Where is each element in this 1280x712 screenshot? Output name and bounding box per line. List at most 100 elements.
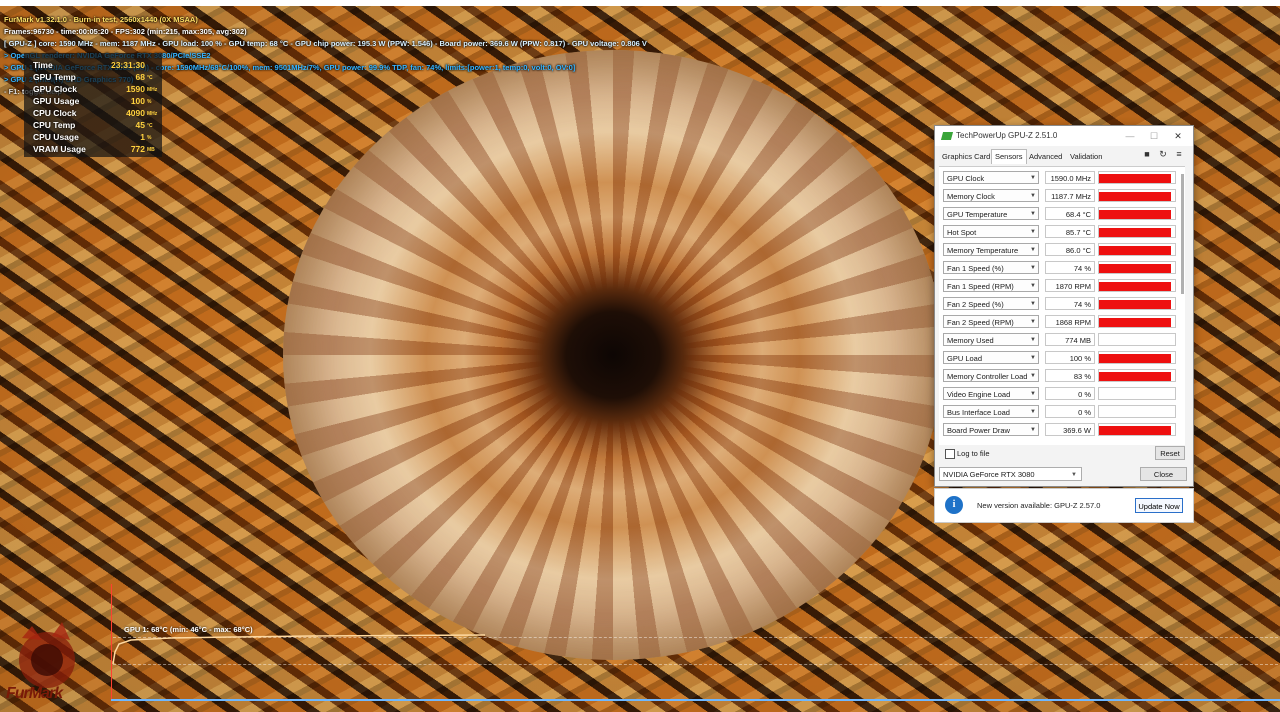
chevron-down-icon: ▼ — [1030, 175, 1036, 181]
sensor-row: Memory Clock ▼ 1187.7 MHz — [943, 189, 1177, 203]
sensor-dropdown[interactable]: Memory Used ▼ — [943, 333, 1039, 346]
monitor-row: GPU Clock 1590 MHz — [33, 83, 159, 95]
update-notification: i New version available: GPU-Z 2.57.0 Up… — [934, 488, 1194, 523]
sensor-dropdown[interactable]: Video Engine Load ▼ — [943, 387, 1039, 400]
sensor-value: 0 % — [1045, 387, 1095, 400]
sensor-graph — [1098, 405, 1176, 418]
sensor-name: Video Engine Load — [947, 390, 1011, 399]
refresh-icon[interactable]: ↻ — [1157, 149, 1169, 160]
sensor-graph — [1098, 369, 1176, 382]
tab-sensors[interactable]: Sensors — [991, 149, 1027, 164]
camera-icon[interactable]: ■ — [1141, 149, 1153, 159]
sensor-dropdown[interactable]: Memory Clock ▼ — [943, 189, 1039, 202]
monitor-row: VRAM Usage 772 MB — [33, 143, 159, 155]
monitor-row: CPU Temp 45 °C — [33, 119, 159, 131]
gpuz-title: TechPowerUp GPU-Z 2.51.0 — [956, 131, 1058, 140]
sensor-dropdown[interactable]: Bus Interface Load ▼ — [943, 405, 1039, 418]
monitor-label: CPU Clock — [33, 108, 77, 118]
monitor-value: 100 — [130, 96, 145, 106]
sensor-dropdown[interactable]: Fan 2 Speed (%) ▼ — [943, 297, 1039, 310]
tab-graphics-card[interactable]: Graphics Card — [939, 150, 993, 164]
chevron-down-icon: ▼ — [1030, 373, 1036, 379]
sensor-dropdown[interactable]: Memory Temperature ▼ — [943, 243, 1039, 256]
gpu-selector-value: NVIDIA GeForce RTX 3080 — [943, 470, 1035, 479]
sensor-row: Fan 1 Speed (RPM) ▼ 1870 RPM — [943, 279, 1177, 293]
sensor-dropdown[interactable]: GPU Clock ▼ — [943, 171, 1039, 184]
monitor-row: CPU Usage 1 % — [33, 131, 159, 143]
gpu-selector[interactable]: NVIDIA GeForce RTX 3080 ▼ — [939, 467, 1082, 481]
sensor-dropdown[interactable]: GPU Temperature ▼ — [943, 207, 1039, 220]
chevron-down-icon: ▼ — [1030, 211, 1036, 217]
sensor-dropdown[interactable]: Memory Controller Load ▼ — [943, 369, 1039, 382]
sensor-value: 100 % — [1045, 351, 1095, 364]
sensor-graph — [1098, 297, 1176, 310]
chevron-down-icon: ▼ — [1030, 355, 1036, 361]
tab-validation[interactable]: Validation — [1067, 150, 1105, 164]
sensor-value: 86.0 °C — [1045, 243, 1095, 256]
sensor-value: 774 MB — [1045, 333, 1095, 346]
sensor-graph-fill — [1099, 354, 1172, 363]
sensor-graph-fill — [1099, 372, 1172, 381]
sensor-row: GPU Temperature ▼ 68.4 °C — [943, 207, 1177, 221]
sensor-dropdown[interactable]: Fan 1 Speed (RPM) ▼ — [943, 279, 1039, 292]
log-to-file-checkbox[interactable] — [945, 449, 955, 459]
gpuz-title-bar[interactable]: TechPowerUp GPU-Z 2.51.0 — ☐ ✕ — [935, 126, 1193, 146]
sensor-graph-fill — [1099, 300, 1172, 309]
sensor-graph-fill — [1099, 282, 1172, 291]
monitor-row: Time 23:31:30 — [33, 59, 159, 71]
update-now-button[interactable]: Update Now — [1135, 498, 1183, 513]
sensor-graph — [1098, 189, 1176, 202]
sensors-scrollbar[interactable] — [1181, 174, 1184, 294]
sensor-value: 68.4 °C — [1045, 207, 1095, 220]
monitor-label: GPU Usage — [33, 96, 80, 106]
sensor-value: 369.6 W — [1045, 423, 1095, 436]
close-icon[interactable]: ✕ — [1167, 129, 1189, 143]
sensor-value: 74 % — [1045, 297, 1095, 310]
close-button[interactable]: Close — [1140, 467, 1187, 481]
gpuz-window: TechPowerUp GPU-Z 2.51.0 — ☐ ✕ Graphics … — [934, 125, 1194, 487]
sensor-name: Fan 2 Speed (%) — [947, 300, 1004, 309]
sensor-value: 74 % — [1045, 261, 1095, 274]
sensor-dropdown[interactable]: Fan 2 Speed (RPM) ▼ — [943, 315, 1039, 328]
reset-button[interactable]: Reset — [1155, 446, 1185, 460]
monitor-value: 23:31:30 — [110, 60, 145, 70]
sensor-name: Memory Temperature — [947, 246, 1019, 255]
tab-advanced[interactable]: Advanced — [1026, 150, 1065, 164]
sensor-graph — [1098, 279, 1176, 292]
sensor-graph — [1098, 207, 1176, 220]
sensor-graph-fill — [1099, 264, 1172, 273]
minimize-icon[interactable]: — — [1119, 129, 1141, 143]
sensor-row: GPU Load ▼ 100 % — [943, 351, 1177, 365]
monitor-value: 45 — [135, 120, 145, 130]
sensor-name: Memory Clock — [947, 192, 995, 201]
sensor-dropdown[interactable]: Fan 1 Speed (%) ▼ — [943, 261, 1039, 274]
sensor-name: GPU Load — [947, 354, 983, 363]
update-notification-text: New version available: GPU-Z 2.57.0 — [977, 501, 1101, 510]
sensors-panel: GPU Clock ▼ 1590.0 MHz Memory Clock ▼ 1187… — [939, 166, 1185, 445]
sensor-dropdown[interactable]: Board Power Draw ▼ — [943, 423, 1039, 436]
monitor-row: GPU Usage 100 % — [33, 95, 159, 107]
sensor-graph — [1098, 333, 1176, 346]
sensor-dropdown[interactable]: Hot Spot ▼ — [943, 225, 1039, 238]
chevron-down-icon: ▼ — [1030, 427, 1036, 433]
sensor-graph — [1098, 171, 1176, 184]
osd-gpuz-line: [ GPU-Z ] core: 1590 MHz - mem: 1187 MHz… — [4, 39, 647, 48]
monitor-value: 772 — [130, 144, 145, 154]
osd-frames: Frames:96730 - time:00:05:20 - FPS:302 (… — [4, 27, 247, 36]
sensor-value: 1870 RPM — [1045, 279, 1095, 292]
maximize-icon[interactable]: ☐ — [1143, 129, 1165, 143]
log-to-file-label: Log to file — [957, 449, 990, 458]
menu-icon[interactable]: ≡ — [1173, 149, 1185, 159]
chevron-down-icon: ▼ — [1030, 283, 1036, 289]
sensor-graph-fill — [1099, 174, 1172, 183]
fur-donut-rays — [283, 50, 943, 660]
sensor-graph — [1098, 351, 1176, 364]
graph-label: GPU 1: 68°C (min: 46°C - max: 68°C) — [124, 625, 253, 634]
sensor-dropdown[interactable]: GPU Load ▼ — [943, 351, 1039, 364]
sensor-graph-fill — [1099, 210, 1172, 219]
sensor-row: Fan 2 Speed (RPM) ▼ 1868 RPM — [943, 315, 1177, 329]
sensor-row: GPU Clock ▼ 1590.0 MHz — [943, 171, 1177, 185]
sensor-row: Video Engine Load ▼ 0 % — [943, 387, 1177, 401]
sensor-value: 1187.7 MHz — [1045, 189, 1095, 202]
osd-title: FurMark v1.32.1.0 - Burn-in test, 2560x1… — [4, 15, 198, 24]
